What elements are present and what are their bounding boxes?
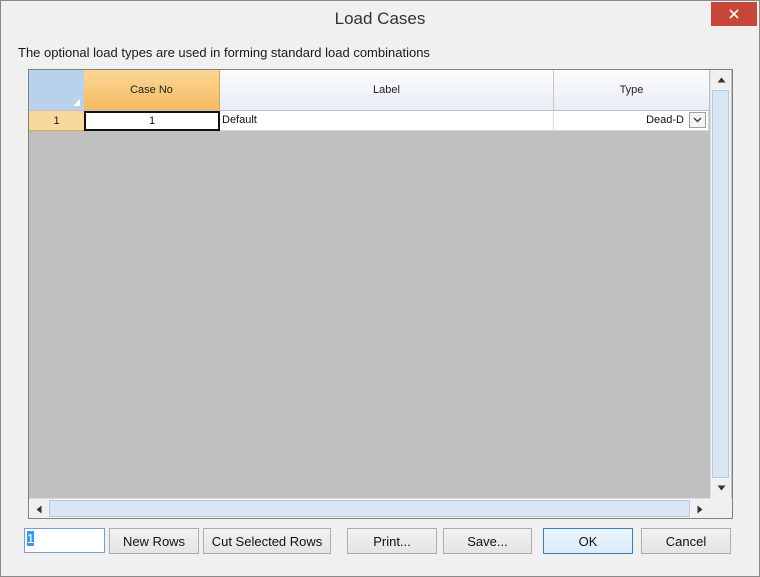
close-icon	[729, 9, 739, 19]
horizontal-scrollbar[interactable]	[29, 498, 710, 518]
column-header-case-no[interactable]: Case No	[84, 70, 220, 110]
scroll-down-button[interactable]	[712, 479, 730, 497]
select-all-corner[interactable]	[29, 70, 85, 110]
label-cell[interactable]: Default	[220, 111, 554, 131]
title-bar: Load Cases	[1, 1, 759, 39]
ok-button[interactable]: OK	[543, 528, 633, 554]
vertical-scroll-thumb[interactable]	[712, 90, 729, 478]
type-dropdown-button[interactable]	[689, 112, 706, 128]
window-title: Load Cases	[334, 9, 426, 28]
row-count-input[interactable]: 1	[24, 528, 105, 553]
load-cases-grid[interactable]: Case No Label Type 1 1 Default Dead-D	[28, 69, 733, 519]
type-cell[interactable]: Dead-D	[554, 111, 709, 131]
arrow-right-icon	[697, 505, 703, 513]
scroll-right-button[interactable]	[691, 500, 709, 518]
vertical-scrollbar[interactable]	[710, 70, 731, 498]
horizontal-scroll-thumb[interactable]	[49, 500, 690, 517]
column-header-type[interactable]: Type	[554, 70, 709, 110]
row-header[interactable]: 1	[29, 111, 84, 131]
cancel-button[interactable]: Cancel	[641, 528, 731, 554]
cut-selected-rows-button[interactable]: Cut Selected Rows	[203, 528, 331, 554]
arrow-left-icon	[36, 505, 42, 513]
close-button[interactable]	[711, 2, 757, 26]
description-text: The optional load types are used in form…	[18, 45, 430, 60]
arrow-down-icon	[717, 485, 725, 491]
table-row: 1 1 Default Dead-D	[29, 111, 709, 131]
load-cases-dialog: Load Cases The optional load types are u…	[0, 0, 760, 577]
print-button[interactable]: Print...	[347, 528, 437, 554]
chevron-down-icon	[693, 117, 702, 123]
scrollbar-corner	[710, 498, 732, 518]
row-count-value: 1	[27, 531, 35, 546]
save-button[interactable]: Save...	[443, 528, 532, 554]
scroll-up-button[interactable]	[712, 71, 730, 89]
scroll-left-button[interactable]	[30, 500, 48, 518]
type-value: Dead-D	[646, 114, 684, 126]
arrow-up-icon	[717, 77, 725, 83]
new-rows-button[interactable]: New Rows	[109, 528, 199, 554]
case-no-cell[interactable]: 1	[84, 111, 220, 131]
column-header-label[interactable]: Label	[220, 70, 554, 110]
